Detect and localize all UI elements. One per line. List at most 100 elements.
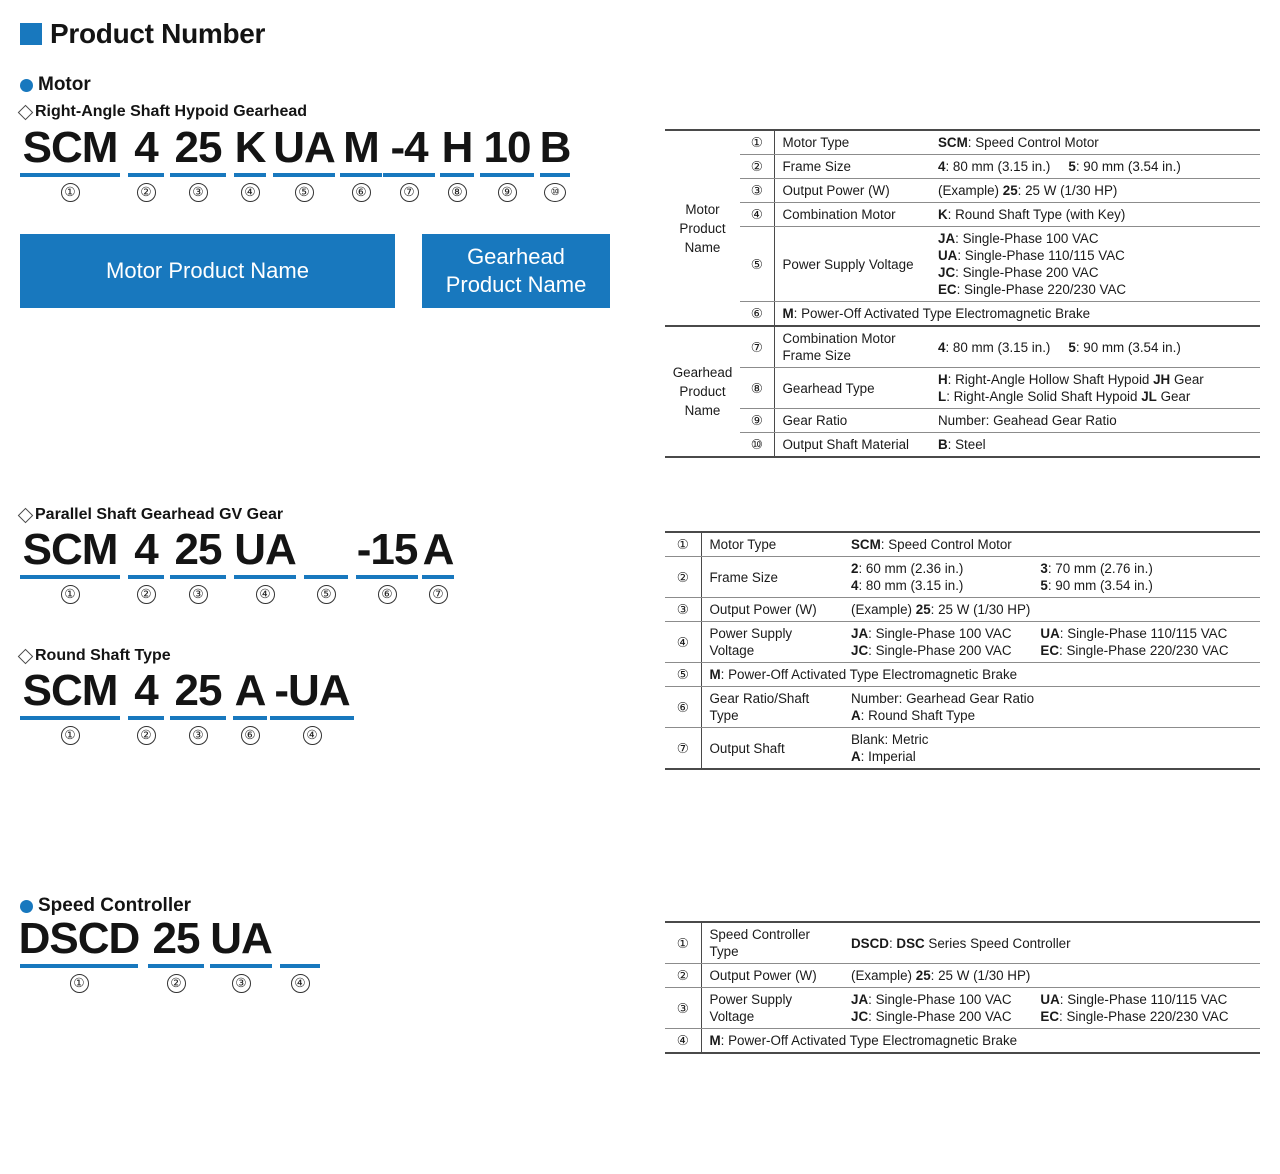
value-code: H — [938, 372, 948, 387]
value-code: JC — [938, 265, 956, 280]
pn-seg-text: 4 — [134, 525, 159, 574]
row-label: Combination Motor — [774, 202, 930, 227]
row-value: 2: 60 mm (2.36 in.) 3: 70 mm (2.76 in.) 4… — [843, 556, 1260, 598]
pn-seg-text: 25 — [174, 123, 223, 172]
product-number-hypoid: SCM 4 25 K UA M -4 H 10 B ① ② ③ ④ ⑤ ⑥ ⑦ … — [20, 123, 572, 202]
product-number-round-shaft-indices: ① ② ③ ⑥ ④ — [20, 720, 354, 745]
row-label: Power Supply Voltage — [774, 226, 930, 302]
row-label: Output Shaft Material — [774, 432, 930, 458]
value-text: : Single-Phase 110/115 VAC — [1059, 992, 1228, 1007]
value-text: : 25 W (1/30 HP) — [1017, 183, 1118, 198]
pn-seg-text: K — [234, 123, 267, 172]
value-text: : Single-Phase 200 VAC — [955, 265, 1099, 280]
value-text: : 90 mm (3.54 in.) — [1075, 339, 1181, 355]
value-text: : 25 W (1/30 HP) — [930, 968, 1031, 983]
pn-seg-text: M — [343, 123, 380, 172]
row-index: ⑥ — [740, 301, 775, 327]
pn-underline — [540, 173, 570, 177]
value-code: JC — [851, 1009, 869, 1024]
value-code: EC — [1040, 1009, 1060, 1024]
value-code: UA — [1040, 626, 1060, 641]
product-number-parallel-indices: ① ② ③ ④ ⑤ ⑥ ⑦ — [20, 579, 454, 604]
value-line: EC: Single-Phase 220/230 VAC — [938, 281, 1254, 298]
value-line: JA: Single-Phase 100 VAC UA: Single-Phase… — [851, 625, 1254, 642]
table-row: ⑤ M: Power-Off Activated Type Electromag… — [665, 662, 1260, 687]
value-code: 25 — [915, 968, 931, 983]
motor-product-name-box: Motor Product Name — [20, 234, 395, 308]
index-circle: ④ — [240, 183, 260, 202]
row-index: ① — [665, 921, 702, 964]
table-row: ③ Power Supply Voltage JA: Single-Phase … — [665, 987, 1260, 1029]
product-number-round-shaft-chars: SCM 4 25 A -UA — [20, 667, 354, 720]
value-cell: JA: Single-Phase 100 VAC — [851, 991, 1040, 1008]
value-text: : Single-Phase 200 VAC — [868, 643, 1012, 658]
pn-underline — [340, 173, 382, 177]
value-code: 25 — [915, 602, 931, 617]
row-label: Output Power (W) — [701, 597, 843, 622]
table-row: ① Speed Controller Type DSCD: DSC Series… — [665, 921, 1260, 964]
row-label: Motor Type — [774, 129, 930, 155]
row-index: ⑨ — [740, 408, 775, 433]
value-line: UA: Single-Phase 110/115 VAC — [938, 247, 1254, 264]
value-cell: 5: 90 mm (3.54 in.) — [1040, 577, 1152, 594]
pn-seg-text: B — [539, 123, 572, 172]
pn-underline — [210, 964, 272, 968]
row-index: ⑤ — [740, 226, 775, 302]
value-code: A — [851, 749, 861, 764]
row-index: ③ — [740, 178, 775, 203]
product-number-speed-controller: DSCD 25 UA ① ② ③ ④ — [19, 915, 320, 993]
pn-seg-text: 4 — [134, 666, 159, 715]
diamond-bullet-icon — [17, 104, 34, 120]
value-text: : Speed Control Motor — [967, 135, 1099, 150]
pn-underline — [440, 173, 474, 177]
row-value: (Example) 25: 25 W (1/30 HP) — [843, 963, 1260, 988]
value-text: : 90 mm (3.54 in.) — [1075, 159, 1181, 174]
row-value: B: Steel — [930, 432, 1260, 458]
value-cell: EC: Single-Phase 220/230 VAC — [1040, 1008, 1228, 1025]
pn-seg-text: UA — [273, 123, 336, 172]
value-text: : 80 mm (3.15 in.) — [858, 578, 964, 593]
index-circle: ① — [60, 585, 80, 604]
pn-underline — [128, 575, 164, 579]
row-value: M: Power-Off Activated Type Electromagne… — [701, 662, 1260, 687]
row-index: ④ — [665, 621, 702, 663]
pn-seg-text: -UA — [274, 666, 350, 715]
row-label: Gear Ratio/Shaft Type — [701, 686, 843, 728]
product-number-hypoid-chars: SCM 4 25 K UA M -4 H 10 B — [20, 123, 572, 177]
pn-seg-text: 25 — [174, 525, 223, 574]
value-prefix: (Example) — [851, 602, 916, 617]
table-row: ⑩ Output Shaft Material B: Steel — [665, 432, 1260, 458]
row-index: ② — [665, 963, 702, 988]
value-text: Series Speed Controller — [924, 935, 1071, 951]
table-row: ① Motor Type SCM: Speed Control Motor — [665, 531, 1260, 557]
row-index: ⑦ — [740, 325, 775, 368]
value-text-2: Gear — [1170, 372, 1204, 387]
row-label: Gearhead Type — [774, 367, 930, 409]
section-heading-motor-label: Motor — [38, 74, 91, 95]
index-circle: ⑦ — [428, 585, 448, 604]
parallel-heading-pre: Parallel Shaft Gearhead — [35, 506, 220, 523]
value-line: JC: Single-Phase 200 VAC EC: Single-Phase… — [851, 642, 1254, 659]
pn-underline — [20, 575, 120, 579]
row-value: JA: Single-Phase 100 VAC UA: Single-Phase… — [843, 987, 1260, 1029]
pn-underline — [480, 173, 534, 177]
row-value: DSCD: DSC Series Speed Controller — [843, 921, 1260, 964]
pn-seg-text: H — [441, 123, 474, 172]
row-index: ④ — [665, 1028, 702, 1054]
pn-underline — [20, 716, 120, 720]
row-index: ② — [740, 154, 775, 179]
pn-underline — [234, 173, 266, 177]
row-label: Output Power (W) — [701, 963, 843, 988]
row-value: SCM: Speed Control Motor — [930, 129, 1260, 155]
value-prefix: (Example) — [938, 183, 1003, 198]
value-line: 2: 60 mm (2.36 in.) 3: 70 mm (2.76 in.) — [851, 560, 1254, 577]
value-cell: EC: Single-Phase 220/230 VAC — [1040, 642, 1228, 659]
index-circle: ③ — [231, 974, 251, 993]
pn-underline — [270, 716, 354, 720]
parallel-heading-post: Gear — [242, 506, 284, 523]
subsection-right-angle-hypoid: Right-Angle Shaft Hypoid Gearhead — [17, 103, 307, 121]
value-code: UA — [938, 248, 958, 263]
index-circle: ⑨ — [497, 183, 517, 202]
pn-underline — [20, 173, 120, 177]
row-value: JA: Single-Phase 100 VAC UA: Single-Phas… — [930, 226, 1260, 302]
